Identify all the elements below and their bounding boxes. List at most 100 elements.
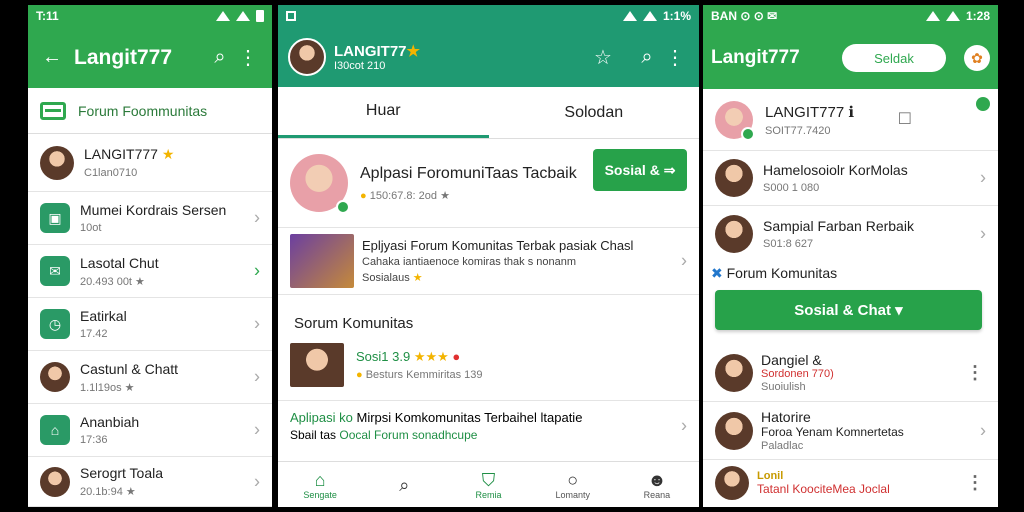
chevron-right-icon: ›	[980, 420, 986, 440]
coin-icon: ●	[360, 189, 367, 202]
more-vert-icon[interactable]: ⋮	[661, 43, 689, 71]
list-item-sub: Sbail tas Oocal Forum sonadhcupe	[290, 428, 582, 442]
list-item[interactable]: Aplipasi ko Mirpsi Komkomunitas Terbaihe…	[278, 400, 699, 450]
badge-icon: ●	[452, 349, 461, 364]
nav-home[interactable]: ⌂ Sengate	[278, 462, 362, 507]
list-item-sub-a: Sbail tas	[290, 427, 337, 442]
list-item[interactable]: Castunl & Chatt 1.1l19os ★ ›	[28, 351, 272, 404]
more-vert-icon[interactable]: ⋮	[966, 473, 984, 494]
list-item-title: Lonil	[757, 470, 784, 482]
sosial-button[interactable]: Sosial & ⇒	[593, 149, 687, 191]
status-icons: 1:1%	[622, 9, 691, 23]
list-item[interactable]: Sosi1 3.9 ★★★ ● ● Besturs Kemmiritas 139	[278, 340, 699, 390]
list-item-title: Ananbiah	[80, 414, 140, 430]
list-item-sub: 20.1b:94 ★	[80, 486, 136, 498]
section-title: ✖ Forum Komunitas	[703, 261, 998, 286]
app-title-text: LANGIT77	[334, 43, 407, 60]
profile-row[interactable]: LANGIT777 ★ C1lan0710	[28, 134, 272, 192]
nav-lomanty-label: Lomanty	[555, 489, 590, 500]
search-icon[interactable]: ⌕	[633, 43, 661, 71]
featured-card[interactable]: Aplpasi ForomuniTaas Tacbaik ● 150:67.8: …	[278, 139, 699, 227]
tab-huar[interactable]: Huar	[278, 87, 489, 138]
profile-name: LANGIT777 ℹ	[765, 103, 854, 121]
search-icon[interactable]: ⌕	[206, 44, 234, 72]
list-item[interactable]: ◷ Eatirkal 17.42 ›	[28, 298, 272, 351]
status-bar: T:11	[28, 5, 272, 27]
bottom-nav: ⌂ Sengate ⌕ ⛉ Remia ○ Lomanty ☻ Reana	[278, 461, 699, 507]
profile-name-text: LANGIT777	[765, 103, 845, 121]
app-title: Langit777	[711, 47, 800, 68]
avatar	[715, 466, 749, 500]
sosial-chat-button[interactable]: Sosial & Chat ▾	[715, 290, 982, 330]
nav-reana[interactable]: ☻ Reana	[615, 462, 699, 507]
list-item[interactable]: Sampial Farban Rerbaik S01:8 627 ›	[703, 206, 998, 261]
back-arrow-icon[interactable]: ←	[38, 44, 66, 72]
nav-home-label: Sengate	[303, 489, 337, 500]
status-bar: BAN ⊙ ⊙ ✉ 1:28	[703, 5, 998, 27]
sosial-button-label: Sosial &	[604, 162, 660, 178]
group-icon: ▣	[40, 203, 70, 233]
nav-remia-label: Remia	[475, 489, 502, 500]
menu-icon[interactable]: ☐	[898, 109, 912, 129]
section-title: Sorum Komunitas	[294, 315, 414, 332]
list-item[interactable]: Serogrt Toala 20.1b:94 ★ ›	[28, 457, 272, 507]
timer-icon: ◷	[40, 309, 70, 339]
tab-bar: Huar Solodan	[278, 87, 699, 139]
signal-icon	[236, 11, 250, 21]
home-icon: ⌂	[314, 469, 326, 490]
star-outline-icon[interactable]: ☆	[589, 43, 617, 71]
list-item[interactable]: ▣ Mumei Kordrais Sersen 10ot ›	[28, 192, 272, 245]
list-item[interactable]: Hatorire Foroa Yenam Komnertetas Paladlac ›	[703, 402, 998, 460]
star-icon: ★	[412, 272, 423, 284]
list-item-title-b: Mirpsi Komkomunitas Terbaihel ltapatie	[356, 409, 583, 425]
list-item-sub: Foroa Yenam Komnertetas	[761, 425, 904, 439]
wifi-icon	[216, 11, 230, 21]
status-battery-text: 1:1%	[662, 9, 691, 23]
profile-icon[interactable]: ✿	[964, 45, 990, 71]
screen-right: BAN ⊙ ⊙ ✉ 1:28 Langit777 Seldak ✿ LANGIT…	[703, 5, 998, 507]
list-item[interactable]: Lonil Tatanl KoociteMea Joclal ⋮	[703, 460, 998, 506]
list-item[interactable]: Dangiel & Sordonen 770) Suoiulish ⋮	[703, 344, 998, 402]
list-item-sub2: Sosialaus ★	[362, 271, 633, 284]
profile-row[interactable]: LANGIT777 ℹ SOIT77.7420 ☐	[703, 89, 998, 151]
list-item-title: Hatorire	[761, 409, 811, 425]
list-item-sub: S01:8 627	[763, 237, 814, 250]
list-item[interactable]: Epljyasi Forum Komunitas Terbak pasiak C…	[278, 227, 699, 295]
status-time: 1:28	[965, 9, 990, 23]
list-item-title: Sosi1 3.9 ★★★ ●	[356, 349, 482, 365]
status-icons	[216, 10, 264, 22]
list-item[interactable]: ✉ Lasotal Chut 20.493 00t ★ ›	[28, 245, 272, 298]
signal-icon	[642, 11, 657, 21]
nav-search[interactable]: ⌕	[362, 462, 446, 507]
forum-icon	[40, 101, 66, 120]
thumbnail-image	[290, 234, 354, 288]
avatar	[288, 38, 326, 76]
list-item[interactable]: ⌂ Ananbiah 17:36 ›	[28, 404, 272, 457]
verified-badge-icon	[741, 126, 755, 141]
list-item-title: Hamelosoiolr KorMolas	[763, 162, 908, 178]
more-vert-icon[interactable]: ⋮	[966, 362, 984, 383]
list-item[interactable]: Hamelosoiolr KorMolas S000 1 080 ›	[703, 151, 998, 206]
list-item-title: Aplipasi ko Mirpsi Komkomunitas Terbaihe…	[290, 410, 582, 425]
star-icon: ★	[161, 146, 175, 162]
info-icon: ℹ	[848, 103, 855, 121]
list-item-title: Lasotal Chut	[80, 254, 159, 271]
profile-sub: SOIT77.7420	[765, 124, 831, 137]
chevron-right-icon: ›	[254, 471, 260, 491]
chat-icon: ✉	[40, 256, 70, 286]
notification-icon	[286, 11, 296, 21]
rating-stars-icon: ★★★	[413, 349, 449, 364]
nav-remia[interactable]: ⛉ Remia	[446, 462, 530, 507]
app-title: LANGIT77★	[334, 42, 589, 60]
app-bar: LANGIT77★ I30cot 210 ☆ ⌕ ⋮	[278, 27, 699, 87]
nav-reana-label: Reana	[643, 489, 671, 500]
nav-lomanty[interactable]: ○ Lomanty	[531, 462, 615, 507]
profile-name-text: LANGIT777	[84, 146, 158, 162]
more-vert-icon[interactable]: ⋮	[234, 44, 262, 72]
search-button[interactable]: Seldak	[842, 44, 946, 72]
screen-left: T:11 ← Langit777 ⌕ ⋮ Forum Foommunitas L…	[28, 5, 272, 507]
chevron-right-icon: ›	[980, 167, 986, 188]
tab-solodan[interactable]: Solodan	[489, 87, 700, 138]
feature-meta-text: 150:67.8: 2od	[369, 189, 438, 202]
chevron-right-icon: ›	[254, 366, 260, 387]
